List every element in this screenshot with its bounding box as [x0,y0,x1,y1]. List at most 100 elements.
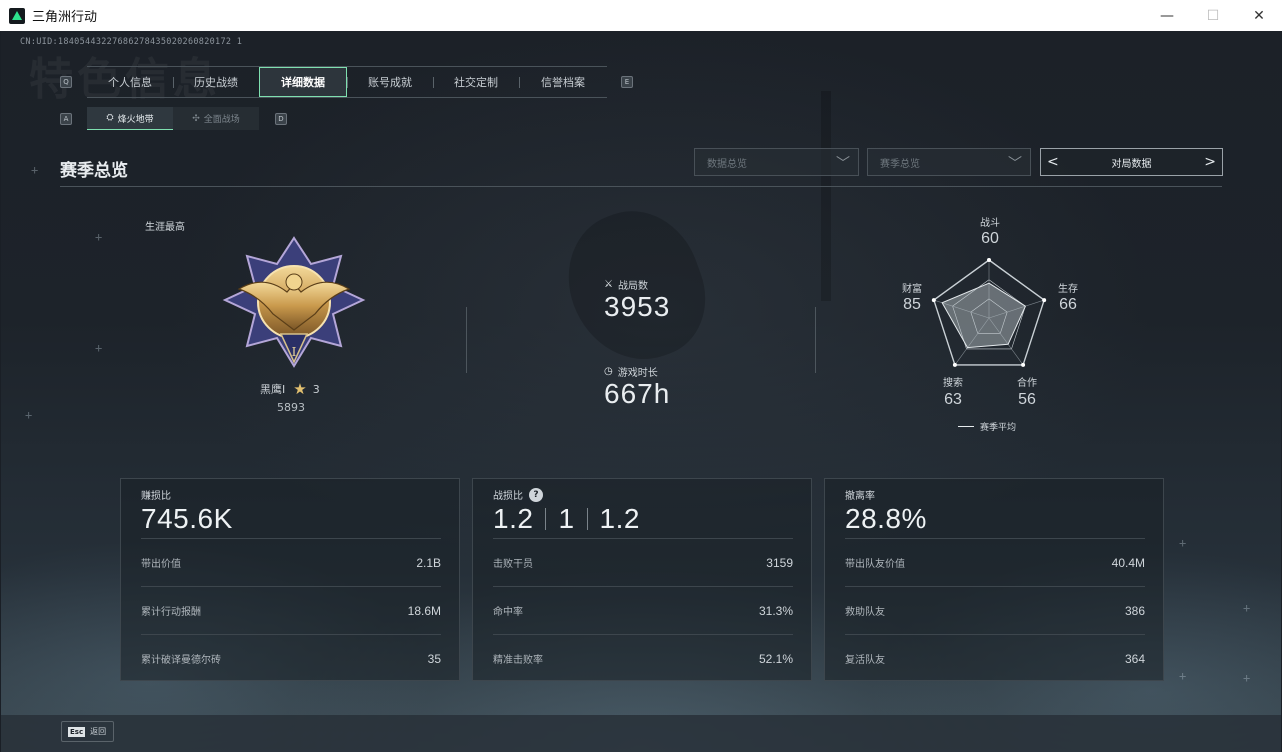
radar-axis-combat-value: 60 [981,230,999,247]
tab-social[interactable]: 社交定制 [433,67,519,97]
playtime-value: 667h [604,378,671,409]
radar-vertex-dot [931,298,936,303]
matches-label: ⚔ 战局数 [604,277,648,292]
subtab-next-key[interactable]: D [275,113,287,125]
radar-axis-wealth-label: 财富 [902,284,922,295]
help-icon[interactable]: ? [529,487,543,502]
radar-axis-survival-label: 生存 [1058,284,1078,295]
kd-ratio-b: 1 [558,503,575,534]
decor-cross-icon: + [95,230,103,244]
row-value: 52.1% [758,651,793,666]
card-label: 战损比 ? [493,487,543,502]
tab-prev-key[interactable]: Q [60,76,72,88]
extraction-rate-card: 撤离率 28.8% 带出队友价值 40.4M 救助队友 386 复活队友 364 [824,478,1164,681]
row-label: 带出价值 [141,559,181,570]
row-label: 累计破译曼德尔砖 [141,655,221,666]
row-label: 命中率 [493,607,523,618]
vertical-divider [466,307,467,373]
card-big-value: 28.8% [845,503,927,534]
playtime-label: ◷ 游戏时长 [604,364,658,379]
ratio-separator [545,508,547,530]
matches-value: 3953 [604,291,671,322]
row-value: 386 [1124,603,1145,618]
section-title: 赛季总览 [60,161,128,181]
section-divider [60,186,1222,187]
row-value: 364 [1124,651,1145,666]
kd-ratio-card: 战损比 ? 1.2 1 1.2 击败干员 3159 命中率 31.3% 精准击败… [472,478,812,681]
back-button[interactable]: Esc 返回 [61,721,114,742]
row-label: 击败干员 [493,559,533,570]
close-button[interactable]: ✕ [1236,0,1282,31]
minimize-button[interactable]: — [1144,0,1190,31]
radar-vertex-dot [1042,298,1047,303]
decor-cross-icon: + [25,408,33,422]
rank-stars: 3 [312,382,320,396]
matches-label-text: 战局数 [617,281,648,292]
chevron-right-icon[interactable]: > [1204,154,1216,170]
subtab-battlefield[interactable]: ✣ 全面战场 [173,107,259,130]
row-label: 累计行动报酬 [141,607,201,618]
tab-achievements[interactable]: 账号成就 [347,67,433,97]
subtab-extraction-label: 烽火地带 [117,114,154,125]
rank-medal-icon: I [222,236,366,368]
card-row: 精准击败率 52.1% [493,634,793,682]
row-label: 带出队友价值 [845,559,905,570]
tab-credit[interactable]: 信誉档案 [519,67,607,97]
tab-next-key[interactable]: E [621,76,633,88]
data-type-select-value: 数据总览 [707,158,747,170]
chevron-left-icon[interactable]: < [1047,154,1059,170]
svg-text:I: I [292,345,297,359]
career-best-label: 生涯最高 [145,222,185,233]
radar-vertex-dot [1021,362,1026,367]
tab-history[interactable]: 历史战绩 [173,67,259,97]
card-label-text: 战损比 [493,491,523,502]
playtime-label-text: 游戏时长 [617,368,658,379]
card-row: 累计行动报酬 18.6M [141,586,441,634]
data-type-select[interactable]: 数据总览 ﹀ [694,148,859,176]
player-uid: CN:UID:18405443227686278435020260820172 … [20,37,243,47]
match-data-pager: < 对局数据 > [1040,148,1223,176]
rank-title: 黑鹰I [260,383,286,396]
card-row: 击败干员 3159 [493,538,793,586]
back-label: 返回 [90,727,107,736]
vertical-divider [815,307,816,373]
kd-ratio-values: 1.2 1 1.2 [493,503,640,535]
card-row: 带出价值 2.1B [141,538,441,586]
card-row: 命中率 31.3% [493,586,793,634]
subtab-battlefield-label: 全面战场 [203,115,240,125]
radar-axis-teamwork-value: 56 [1018,391,1036,408]
tab-personal-info[interactable]: 个人信息 [87,67,173,97]
window-controls: — ☐ ✕ [1144,0,1282,31]
radar-axis-teamwork-label: 合作 [1017,378,1037,389]
tab-detailed-data[interactable]: 详细数据 [259,67,347,97]
ability-radar-chart [931,258,1047,367]
pager-label: 对局数据 [1111,158,1152,170]
crossed-swords-icon: ⚔ [604,279,613,290]
row-value: 18.6M [407,603,441,618]
season-select[interactable]: 赛季总览 ﹀ [867,148,1031,176]
rank-name: 黑鹰I ★ 3 [260,380,320,398]
background-tower [821,91,831,301]
radar-value-area [941,282,1027,349]
radar-legend-label: 赛季平均 [980,423,1017,433]
kd-ratio-a: 1.2 [493,503,534,534]
kd-ratio-c: 1.2 [599,503,640,534]
star-icon: ★ [293,380,307,398]
row-value: 40.4M [1111,555,1145,570]
decor-cross-icon: + [31,163,39,177]
subtab-extraction[interactable]: ⛭ 烽火地带 [87,107,173,130]
subtab-prev-key[interactable]: A [60,113,72,125]
window-title: 三角洲行动 [32,10,98,25]
extraction-icon: ⛭ [106,113,114,123]
main-tabs: 个人信息 历史战绩 详细数据 账号成就 社交定制 信誉档案 [87,66,607,98]
chevron-down-icon: ﹀ [1008,156,1022,172]
chevron-down-icon: ﹀ [836,156,850,172]
maximize-button[interactable]: ☐ [1190,0,1236,31]
row-label: 复活队友 [845,655,885,666]
mode-subtabs: ⛭ 烽火地带 ✣ 全面战场 [87,107,259,130]
card-row: 复活队友 364 [845,634,1145,682]
row-label: 精准击败率 [493,655,543,666]
radar-axis-survival-value: 66 [1059,296,1077,313]
row-value: 31.3% [758,603,793,618]
decor-cross-icon: + [1243,601,1251,615]
